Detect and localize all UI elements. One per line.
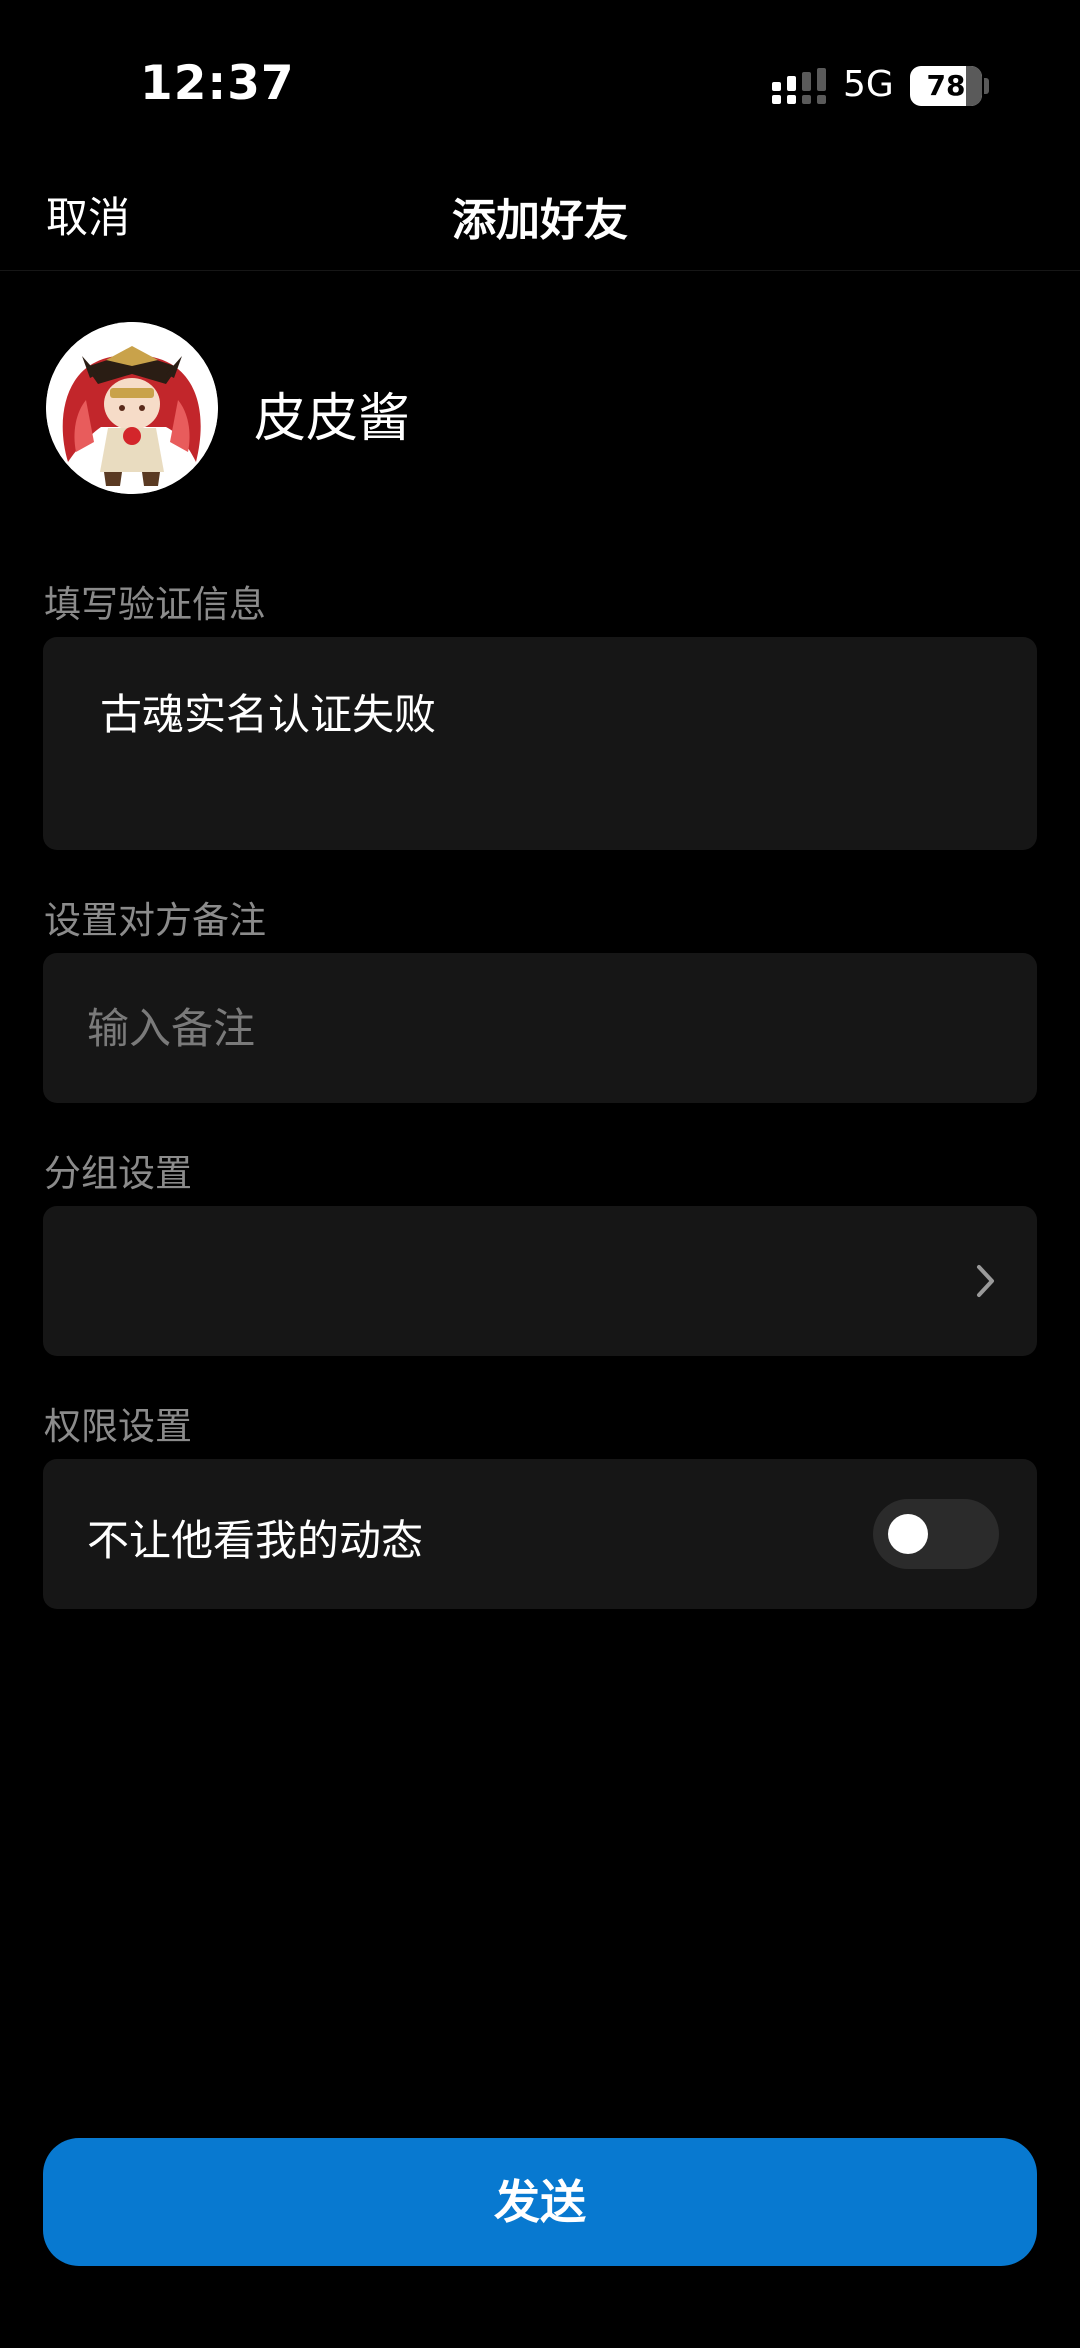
remark-field-container <box>43 953 1037 1103</box>
nav-bar: 添加好友 取消 <box>0 160 1080 271</box>
hide-moments-label: 不让他看我的动态 <box>87 1516 424 1565</box>
send-button[interactable]: 发送 <box>43 2138 1037 2266</box>
page-title: 添加好友 <box>452 195 628 246</box>
battery-tip <box>984 78 989 94</box>
permissions-section-label: 权限设置 <box>44 1405 192 1448</box>
verification-message-text: 古魂实名认证失败 <box>100 690 437 739</box>
verification-section-label: 填写验证信息 <box>44 583 266 626</box>
remark-input[interactable] <box>87 953 987 1103</box>
verification-message-field[interactable]: 古魂实名认证失败 <box>43 637 1037 850</box>
toggle-knob <box>888 1514 928 1554</box>
profile-name: 皮皮酱 <box>254 389 411 449</box>
battery-level: 78 <box>926 69 966 102</box>
battery-icon: 78 <box>910 66 982 106</box>
status-bar: 12:37 5G 78 <box>0 0 1080 160</box>
hide-moments-row: 不让他看我的动态 <box>43 1459 1037 1609</box>
signal-bars-icon <box>772 68 826 104</box>
network-label: 5G <box>843 64 894 105</box>
chevron-right-icon <box>977 1265 994 1297</box>
group-section-label: 分组设置 <box>44 1152 192 1195</box>
anime-avatar-icon <box>46 322 218 494</box>
avatar <box>46 322 218 494</box>
status-time: 12:37 <box>140 56 295 111</box>
hide-moments-toggle[interactable] <box>873 1499 999 1569</box>
group-selector[interactable] <box>43 1206 1037 1356</box>
cancel-button[interactable]: 取消 <box>46 184 130 245</box>
remark-section-label: 设置对方备注 <box>44 899 266 942</box>
